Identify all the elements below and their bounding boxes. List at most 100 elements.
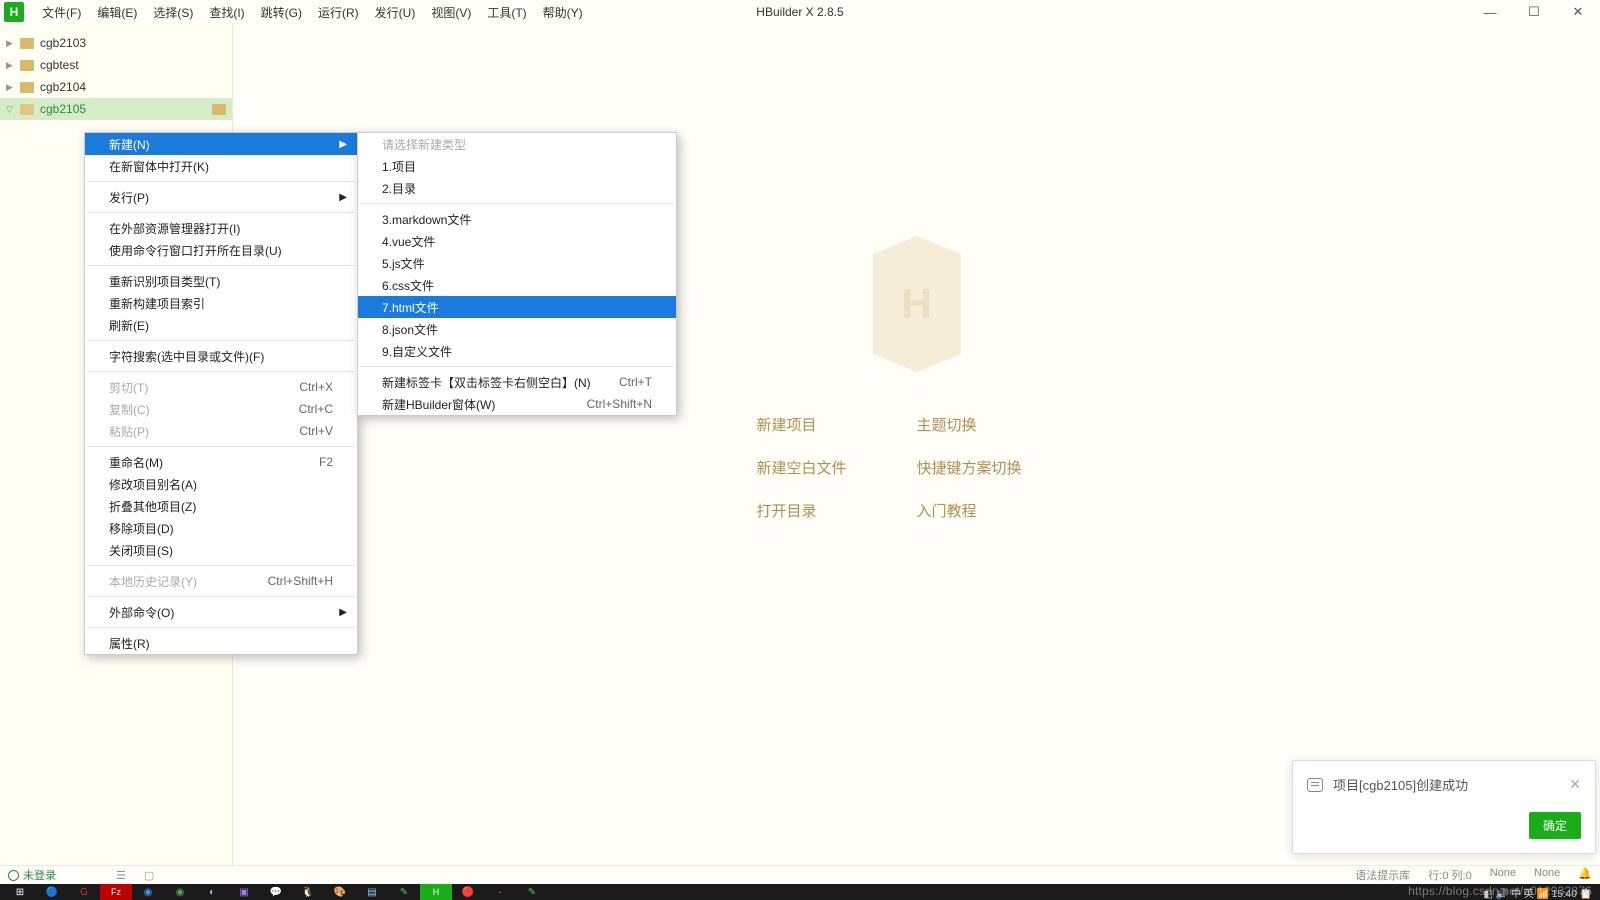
- bell-icon[interactable]: 🔔: [1578, 867, 1592, 883]
- terminal-icon[interactable]: ▢: [144, 869, 154, 882]
- toast-ok-button[interactable]: 确定: [1529, 812, 1581, 839]
- menu-select[interactable]: 选择(S): [145, 1, 201, 24]
- ctx-item[interactable]: 折叠其他项目(Z): [85, 495, 357, 517]
- tree-item-cgb2105[interactable]: ▽ cgb2105: [0, 98, 232, 120]
- folder-icon: [20, 38, 34, 49]
- ctx-item[interactable]: 修改项目别名(A): [85, 473, 357, 495]
- window-minimize[interactable]: —: [1468, 0, 1512, 24]
- ctx-item[interactable]: 在外部资源管理器打开(I): [85, 217, 357, 239]
- window-close[interactable]: ✕: [1556, 0, 1600, 24]
- submenu-item[interactable]: 新建标签卡【双击标签卡右侧空白】(N)Ctrl+T: [358, 371, 676, 393]
- chevron-right-icon: ▶: [6, 38, 16, 49]
- submenu-item[interactable]: 5.js文件: [358, 252, 676, 274]
- submenu-item[interactable]: 1.项目: [358, 155, 676, 177]
- submenu-item[interactable]: 2.目录: [358, 177, 676, 199]
- menu-edit[interactable]: 编辑(E): [89, 1, 145, 24]
- submenu-item[interactable]: 9.自定义文件: [358, 340, 676, 362]
- welcome-theme[interactable]: 主题切换: [917, 414, 1077, 435]
- wechat-icon[interactable]: 💬: [260, 884, 292, 900]
- submenu-item[interactable]: 8.json文件: [358, 318, 676, 340]
- ctx-item[interactable]: 使用命令行窗口打开所在目录(U): [85, 239, 357, 261]
- app-icon-16[interactable]: ✎: [516, 884, 548, 900]
- window-maximize[interactable]: ☐: [1512, 0, 1556, 24]
- submenu-item[interactable]: 6.css文件: [358, 274, 676, 296]
- tree-label: cgb2104: [40, 80, 86, 94]
- list-icon[interactable]: ☰: [116, 869, 126, 882]
- ctx-item[interactable]: 发行(P)▶: [85, 186, 357, 208]
- lang-mode[interactable]: None: [1534, 867, 1560, 883]
- app-icon-10[interactable]: 🎨: [324, 884, 356, 900]
- ctx-item[interactable]: 重新识别项目类型(T): [85, 270, 357, 292]
- ctx-item[interactable]: 新建(N)▶: [85, 133, 357, 155]
- ctx-item[interactable]: 属性(R): [85, 632, 357, 654]
- welcome-open-dir[interactable]: 打开目录: [757, 500, 917, 521]
- welcome-shortcuts[interactable]: 快捷键方案切换: [917, 457, 1077, 478]
- app-icon-12[interactable]: ✎: [388, 884, 420, 900]
- app-icon-14[interactable]: 🔴: [452, 884, 484, 900]
- menu-run[interactable]: 运行(R): [310, 1, 367, 24]
- ctx-item[interactable]: 字符搜索(选中目录或文件)(F): [85, 345, 357, 367]
- login-status[interactable]: 未登录: [8, 867, 56, 883]
- toast-message: 项目[cgb2105]创建成功: [1333, 775, 1468, 794]
- ctx-item[interactable]: 粘贴(P)Ctrl+V: [85, 420, 357, 442]
- ctx-item[interactable]: 本地历史记录(Y)Ctrl+Shift+H: [85, 570, 357, 592]
- chevron-right-icon: ▶: [6, 82, 16, 93]
- cursor-pos: 行:0 列:0: [1428, 867, 1471, 883]
- submenu-item[interactable]: 新建HBuilder窗体(W)Ctrl+Shift+N: [358, 393, 676, 415]
- ctx-item[interactable]: 关闭项目(S): [85, 539, 357, 561]
- submenu-item[interactable]: 4.vue文件: [358, 230, 676, 252]
- menu-help[interactable]: 帮助(Y): [535, 1, 591, 24]
- ctx-item[interactable]: 重命名(M)F2: [85, 451, 357, 473]
- ctx-item[interactable]: 在新窗体中打开(K): [85, 155, 357, 177]
- start-icon[interactable]: ⊞: [4, 884, 36, 900]
- ctx-item[interactable]: 移除项目(D): [85, 517, 357, 539]
- app-icon-5[interactable]: ◉: [164, 884, 196, 900]
- welcome-tutorial[interactable]: 入门教程: [917, 500, 1077, 521]
- app-icon-2[interactable]: G: [68, 884, 100, 900]
- hbuilder-taskbar-icon[interactable]: H: [420, 884, 452, 900]
- watermark: https://blog.csdn.net/u012932876: [1408, 884, 1592, 898]
- folder-icon: [20, 60, 34, 71]
- welcome-screen: H 新建项目 主题切换 新建空白文件 快捷键方案切换 打开目录 入门教程: [757, 254, 1077, 521]
- app-icon-4[interactable]: ◉: [132, 884, 164, 900]
- context-menu: 新建(N)▶在新窗体中打开(K) 发行(P)▶ 在外部资源管理器打开(I)使用命令行…: [84, 132, 358, 655]
- chevron-right-icon: ▶: [6, 60, 16, 71]
- ctx-item[interactable]: 重新构建项目索引: [85, 292, 357, 314]
- app-icon-11[interactable]: ▤: [356, 884, 388, 900]
- eclipse-icon[interactable]: ◐: [196, 884, 228, 900]
- menu-publish[interactable]: 发行(U): [367, 1, 424, 24]
- close-icon[interactable]: ✕: [1569, 776, 1581, 793]
- new-submenu: 请选择新建类型1.项目2.目录 3.markdown文件4.vue文件5.js文件…: [357, 132, 677, 416]
- welcome-new-project[interactable]: 新建项目: [757, 414, 917, 435]
- submenu-item[interactable]: 3.markdown文件: [358, 208, 676, 230]
- filezilla-icon[interactable]: Fz: [100, 884, 132, 900]
- welcome-new-blank[interactable]: 新建空白文件: [757, 457, 917, 478]
- folder-icon: [212, 104, 226, 115]
- chevron-right-icon: ▶: [339, 192, 347, 203]
- encoding[interactable]: None: [1490, 867, 1516, 883]
- submenu-item: 请选择新建类型: [358, 133, 676, 155]
- tree-item-cgbtest[interactable]: ▶ cgbtest: [0, 54, 232, 76]
- menu-file[interactable]: 文件(F): [34, 1, 89, 24]
- app-icon: H: [4, 2, 24, 22]
- chevron-right-icon: ▶: [339, 607, 347, 618]
- tree-item-cgb2104[interactable]: ▶ cgb2104: [0, 76, 232, 98]
- ctx-item[interactable]: 复制(C)Ctrl+C: [85, 398, 357, 420]
- app-icon-9[interactable]: 🐧: [292, 884, 324, 900]
- submenu-item[interactable]: 7.html文件: [358, 296, 676, 318]
- menu-goto[interactable]: 跳转(G): [253, 1, 310, 24]
- chevron-down-icon: ▽: [6, 104, 16, 115]
- syntax-lib[interactable]: 语法提示库: [1355, 867, 1410, 883]
- app-icon-15[interactable]: ·: [484, 884, 516, 900]
- menu-view[interactable]: 视图(V): [423, 1, 479, 24]
- ctx-item[interactable]: 外部命令(O)▶: [85, 601, 357, 623]
- tree-item-cgb2103[interactable]: ▶ cgb2103: [0, 32, 232, 54]
- menu-tools[interactable]: 工具(T): [479, 1, 534, 24]
- windows-taskbar: ⊞ 🔵 G Fz ◉ ◉ ◐ ▣ 💬 🐧 🎨 ▤ ✎ H 🔴 · ✎ ◧ 🔊 中…: [0, 884, 1600, 900]
- ctx-item[interactable]: 剪切(T)Ctrl+X: [85, 376, 357, 398]
- app-icon-7[interactable]: ▣: [228, 884, 260, 900]
- hbuilder-logo: H: [873, 254, 961, 354]
- ctx-item[interactable]: 刷新(E): [85, 314, 357, 336]
- chrome-icon[interactable]: 🔵: [36, 884, 68, 900]
- menu-find[interactable]: 查找(I): [201, 1, 252, 24]
